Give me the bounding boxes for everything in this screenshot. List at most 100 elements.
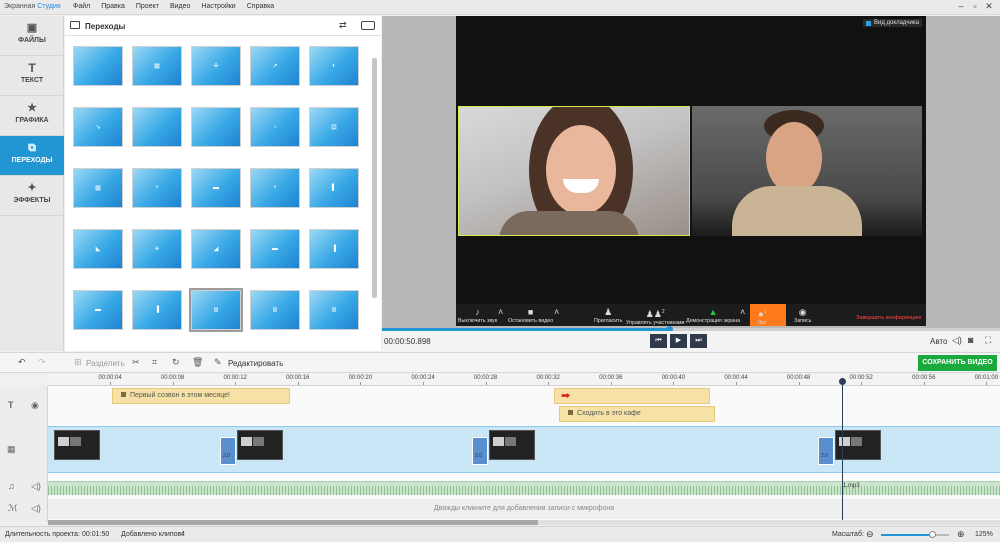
record-button[interactable]: ◉ Запись xyxy=(794,307,811,325)
transition-thumbnail[interactable]: ⊞ xyxy=(250,290,300,330)
transition-thumbnail[interactable]: ▬ xyxy=(73,290,123,330)
transition-thumbnail[interactable]: ◣ xyxy=(73,229,123,269)
shuffle-icon[interactable]: ⇄ xyxy=(339,20,347,31)
minimize-icon[interactable]: – xyxy=(954,1,968,12)
transition-thumbnail[interactable]: ▦ xyxy=(73,168,123,208)
tab-effects[interactable]: ✦ ЭФФЕКТЫ xyxy=(0,176,64,216)
transition-thumbnail[interactable]: ↘ xyxy=(73,107,123,147)
mute-button[interactable]: ♪ Выключить звук xyxy=(458,308,497,325)
transition-thumbnail[interactable]: ✣ xyxy=(191,46,241,86)
video-frame[interactable]: Вид докладчика ♪ Выключить звук ˄ ■ Остано… xyxy=(456,16,926,326)
edit-button[interactable]: Редактировать xyxy=(228,359,283,368)
record-icon: ◉ xyxy=(798,307,807,317)
video-track[interactable]: 2.0 2.0 2.0 xyxy=(48,426,1000,515)
volume-icon[interactable]: ◁) xyxy=(31,503,41,514)
transition-thumbnail[interactable]: ▐ xyxy=(132,290,182,330)
mute-options[interactable]: ˄ xyxy=(498,308,503,318)
stop-video-button[interactable]: ■ Остановить видео xyxy=(508,308,553,325)
menu-help[interactable]: Справка xyxy=(247,3,274,10)
transition-marker[interactable] xyxy=(220,437,236,465)
scrollbar-thumb[interactable] xyxy=(48,520,538,525)
tab-text[interactable]: T ТЕКСТ xyxy=(0,56,64,96)
transition-marker[interactable] xyxy=(472,437,488,465)
video-clip[interactable] xyxy=(489,430,535,460)
transition-thumbnail[interactable]: • xyxy=(132,168,182,208)
participants-button[interactable]: ♟♟2 Управлять участниками xyxy=(626,308,685,326)
transition-thumbnail[interactable]: ↓ xyxy=(250,107,300,147)
eye-icon[interactable]: ◉ xyxy=(31,400,39,411)
menu-project[interactable]: Проект xyxy=(136,3,159,10)
transition-thumbnail[interactable]: ▬ xyxy=(250,229,300,269)
share-options[interactable]: ˄ xyxy=(740,308,745,318)
next-button[interactable]: ⏭ xyxy=(690,334,707,348)
transition-preview-mark: ▐ xyxy=(331,246,337,252)
caption-second[interactable]: Сходить в это кафе xyxy=(559,406,715,422)
end-conference-button[interactable]: Завершить конференцию xyxy=(856,315,921,321)
transition-thumbnail[interactable]: ▤ xyxy=(309,107,359,147)
timeline-ruler[interactable]: 00:00:04 00:00:08 00:00:12 00:00:16 00:00:20… xyxy=(48,374,1000,386)
zoom-slider-knob[interactable] xyxy=(929,531,936,538)
volume-icon[interactable]: ◁) xyxy=(952,335,962,346)
chat-button[interactable] xyxy=(750,304,786,326)
maximize-icon[interactable]: ▫ xyxy=(968,1,982,12)
rotate-icon[interactable]: ↻ xyxy=(172,357,180,368)
caption-first[interactable]: Первый созвон в этом месяце! xyxy=(112,388,290,404)
transition-thumbnail[interactable]: ⊞ xyxy=(189,288,243,332)
delete-icon[interactable]: 🗑 xyxy=(192,357,203,368)
video-options[interactable]: ˄ xyxy=(554,308,559,318)
timeline-scrollbar[interactable] xyxy=(48,520,1000,525)
tab-graphics[interactable]: ★ ГРАФИКА xyxy=(0,96,64,136)
tab-transitions[interactable]: ⧉ ПЕРЕХОДЫ xyxy=(0,136,64,176)
transition-thumbnail[interactable]: ◢ xyxy=(191,229,241,269)
cut-icon[interactable]: ✂ xyxy=(132,357,140,368)
transition-thumbnail[interactable]: ▐ xyxy=(309,229,359,269)
transition-thumbnail[interactable]: ✳ xyxy=(132,229,182,269)
transition-thumbnail[interactable]: ◐ xyxy=(309,46,359,86)
playhead-handle[interactable] xyxy=(839,378,846,385)
view-mode-button[interactable]: Вид докладчика xyxy=(863,19,922,27)
menu-settings[interactable]: Настройки xyxy=(201,3,235,10)
video-clip[interactable] xyxy=(54,430,100,460)
zoom-in-icon[interactable]: ⊕ xyxy=(957,529,965,540)
panel-scrollbar[interactable] xyxy=(370,38,378,348)
playhead[interactable] xyxy=(839,378,846,522)
menu-edit[interactable]: Правка xyxy=(101,3,125,10)
close-icon[interactable]: ✕ xyxy=(982,1,996,12)
quality-auto[interactable]: Авто xyxy=(930,337,947,346)
play-button[interactable]: ▶ xyxy=(670,334,687,348)
audio-track[interactable]: 1.mp3 xyxy=(48,481,1000,495)
transition-thumbnail[interactable]: ▦ xyxy=(132,46,182,86)
mic-track[interactable]: Дважды кликните для добавления записи с … xyxy=(48,499,1000,519)
fullscreen-icon[interactable]: ⛶ xyxy=(985,335,991,346)
snapshot-icon[interactable]: ◙ xyxy=(968,335,973,345)
split-button[interactable]: Разделить xyxy=(86,359,125,368)
transition-thumbnail[interactable] xyxy=(73,46,123,86)
crop-icon[interactable]: ⌗ xyxy=(152,357,157,368)
zoom-out-icon[interactable]: ⊖ xyxy=(866,529,874,540)
transition-thumbnail[interactable]: ▌ xyxy=(309,168,359,208)
transition-thumbnail[interactable]: ⊞ xyxy=(309,290,359,330)
redo-icon[interactable]: ↷ xyxy=(38,357,46,368)
apply-to-all-icon[interactable] xyxy=(361,21,375,30)
transition-thumbnail[interactable]: ▬ xyxy=(191,168,241,208)
video-clip[interactable] xyxy=(237,430,283,460)
invite-button[interactable]: ♟ Пригласить xyxy=(594,308,622,325)
zoom-slider[interactable] xyxy=(881,531,949,538)
menu-file[interactable]: Файл xyxy=(73,3,90,10)
undo-icon[interactable]: ↶ xyxy=(18,357,26,368)
menu-video[interactable]: Видео xyxy=(170,3,190,10)
transition-thumbnail[interactable] xyxy=(191,107,241,147)
transition-thumbnail[interactable] xyxy=(132,107,182,147)
tab-files[interactable]: ▣ ФАЙЛЫ xyxy=(0,16,64,56)
transition-marker[interactable] xyxy=(818,437,834,465)
split-icon[interactable]: ⊞ xyxy=(74,357,82,368)
caption-arrow[interactable]: ➡ xyxy=(554,388,710,404)
edit-icon[interactable]: ✎ xyxy=(214,357,222,368)
transition-thumbnail[interactable]: ↗ xyxy=(250,46,300,86)
share-screen-button[interactable]: ▲ Демонстрация экрана xyxy=(686,308,740,325)
transition-thumbnail[interactable]: • xyxy=(250,168,300,208)
ruler-tick xyxy=(297,382,299,385)
previous-button[interactable]: ⏮ xyxy=(650,334,667,348)
volume-icon[interactable]: ◁) xyxy=(31,481,41,492)
save-video-button[interactable]: СОХРАНИТЬ ВИДЕО xyxy=(918,355,997,371)
